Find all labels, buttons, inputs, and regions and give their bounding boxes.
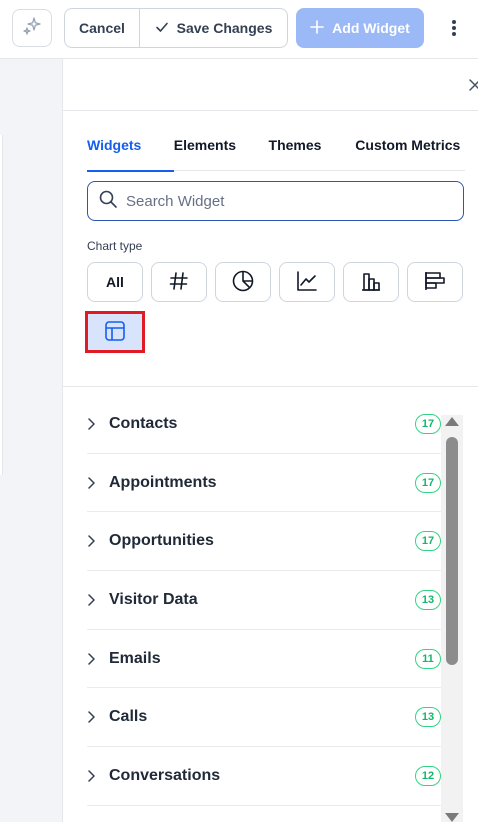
add-widget-label: Add Widget (332, 20, 410, 36)
cancel-button-label: Cancel (79, 20, 125, 36)
count-badge: 11 (415, 648, 441, 669)
cancel-button[interactable]: Cancel (65, 9, 140, 47)
count-badge: 17 (415, 472, 441, 493)
chart-type-bar-button[interactable] (343, 262, 399, 302)
category-label: Contacts (109, 414, 178, 432)
more-options-icon[interactable] (440, 14, 468, 42)
tab-widgets[interactable]: Widgets (87, 137, 174, 172)
widget-category-list: Contacts 17 Appointments 17 Opportunitie… (87, 395, 441, 806)
scroll-down-arrow-icon[interactable] (445, 813, 459, 822)
chevron-right-icon (87, 533, 109, 549)
chevron-right-icon (87, 709, 109, 725)
chevron-right-icon (87, 651, 109, 667)
tab-elements[interactable]: Elements (174, 137, 269, 171)
list-item-calls[interactable]: Calls 13 (87, 688, 441, 748)
dashboard-canvas (0, 58, 62, 822)
chart-type-pie-button[interactable] (215, 262, 271, 302)
widget-panel: Widgets Elements Themes Custom Metrics C… (62, 58, 478, 822)
pie-chart-icon (231, 269, 255, 296)
line-chart-icon (296, 270, 318, 295)
category-label: Conversations (109, 766, 221, 784)
panel-tabs: Widgets Elements Themes Custom Metrics (87, 137, 465, 172)
category-label: Opportunities (109, 532, 214, 550)
search-input[interactable] (126, 192, 446, 210)
edit-actions-group: Cancel Save Changes (64, 8, 288, 48)
list-item-opportunities[interactable]: Opportunities 17 (87, 512, 441, 572)
bar-chart-icon (360, 270, 382, 295)
list-item-emails[interactable]: Emails 11 (87, 630, 441, 689)
check-icon (155, 20, 169, 37)
chart-type-all-button[interactable]: All (87, 262, 143, 302)
list-item-conversations[interactable]: Conversations 12 (87, 747, 441, 806)
save-changes-label: Save Changes (176, 20, 273, 36)
list-item-visitor-data[interactable]: Visitor Data 13 (87, 571, 441, 630)
count-badge: 12 (415, 765, 441, 786)
category-label: Calls (109, 708, 148, 726)
chart-type-label: Chart type (87, 239, 143, 253)
chevron-right-icon (87, 416, 109, 432)
top-toolbar: Cancel Save Changes Add Widget (0, 0, 478, 58)
tab-custom-metrics[interactable]: Custom Metrics (355, 137, 465, 171)
category-label: Emails (109, 649, 161, 667)
chart-type-number-button[interactable] (151, 262, 207, 302)
count-badge: 13 (415, 707, 441, 728)
hash-icon (168, 270, 190, 295)
list-item-contacts[interactable]: Contacts 17 (87, 395, 441, 454)
search-icon (98, 189, 118, 214)
category-label: Appointments (109, 473, 217, 491)
chevron-right-icon (87, 475, 109, 491)
sparkle-icon (22, 16, 42, 41)
table-icon (104, 320, 126, 345)
list-item-appointments[interactable]: Appointments 17 (87, 454, 441, 513)
category-label: Visitor Data (109, 590, 198, 608)
close-icon[interactable] (467, 77, 478, 93)
count-badge: 17 (415, 531, 441, 552)
save-changes-button[interactable]: Save Changes (140, 9, 287, 47)
chart-type-table-button[interactable] (85, 311, 145, 353)
chevron-right-icon (87, 768, 109, 784)
scrollbar-thumb[interactable] (446, 437, 458, 665)
dashboard-card-edge (0, 135, 3, 475)
chart-type-all-label: All (106, 274, 124, 290)
add-widget-button[interactable]: Add Widget (296, 8, 424, 48)
scroll-up-arrow-icon[interactable] (445, 417, 459, 426)
section-divider (63, 386, 478, 387)
ai-assist-button[interactable] (12, 9, 52, 47)
search-box (87, 181, 464, 221)
chart-type-horizontal-bar-button[interactable] (407, 262, 463, 302)
panel-header (63, 59, 478, 111)
count-badge: 13 (415, 589, 441, 610)
chevron-right-icon (87, 592, 109, 608)
horizontal-bar-chart-icon (424, 270, 446, 295)
plus-icon (310, 19, 324, 37)
count-badge: 17 (415, 413, 441, 434)
chart-type-line-button[interactable] (279, 262, 335, 302)
tab-themes[interactable]: Themes (269, 137, 356, 171)
